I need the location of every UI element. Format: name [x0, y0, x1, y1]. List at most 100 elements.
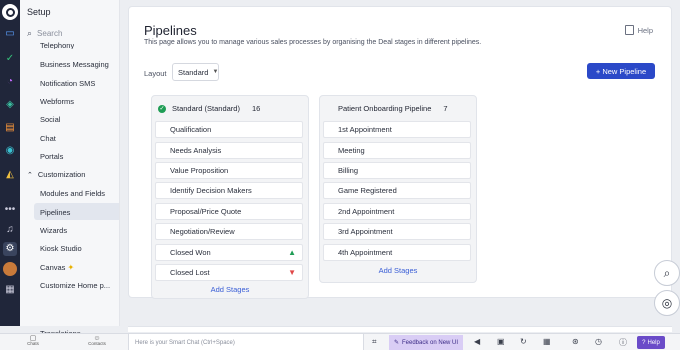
help-button[interactable]: ? Help — [637, 336, 665, 349]
stage-item[interactable]: 3rd Appointment — [323, 223, 471, 240]
info-icon[interactable]: ⓘ — [619, 337, 627, 348]
sidebar-item-portals[interactable]: Portals — [40, 152, 63, 161]
stage-item[interactable]: Value Proposition — [155, 162, 303, 179]
stage-label: Closed Won — [170, 248, 211, 257]
folder-icon[interactable]: ▭ — [3, 27, 17, 41]
search-icon: ⌕ — [27, 28, 33, 38]
sidebar-item-label: Canvas — [40, 263, 66, 272]
stage-item[interactable]: Identify Decision Makers — [155, 182, 303, 199]
chevron-up-icon: ⌃ — [27, 171, 33, 179]
megaphone-icon[interactable]: ◀ — [474, 337, 480, 346]
sidebar-item-wizards[interactable]: Wizards — [40, 226, 67, 235]
contacts-nav[interactable]: ☺ Contacts — [84, 335, 110, 347]
note-icon[interactable]: ▣ — [497, 337, 505, 346]
sidebar-header: Setup — [27, 7, 51, 17]
refresh-icon[interactable]: ↻ — [520, 337, 527, 346]
stage-item[interactable]: Game Registered — [323, 182, 471, 199]
help-doc-icon — [624, 25, 634, 35]
stage-count: 7 — [443, 104, 448, 113]
tag-icon[interactable]: ◈ — [3, 98, 17, 112]
checklist-icon[interactable]: ✓ — [3, 52, 17, 66]
app-rail: ▭ ✓ ◔ ◈ ▤ ◉ ◭ ••• ♫ ⚙ ▦ — [0, 0, 20, 326]
stage-item[interactable]: Qualification — [155, 121, 303, 138]
calendar-icon[interactable]: ▦ — [543, 337, 551, 346]
edit-icon: ✎ — [393, 340, 399, 346]
thumbs-down-icon: ▼ — [288, 268, 296, 277]
sidebar-item-social[interactable]: Social — [40, 115, 60, 124]
sidebar-item-chat[interactable]: Chat — [40, 134, 56, 143]
store-icon[interactable]: ▤ — [3, 121, 17, 135]
sidebar-item-business-messaging[interactable]: Business Messaging — [40, 60, 109, 69]
stage-item-closed-lost[interactable]: Closed Lost ▼ — [155, 264, 303, 281]
sidebar-item-webforms[interactable]: Webforms — [40, 97, 74, 106]
bell-icon[interactable]: ♫ — [3, 223, 17, 237]
sidebar-group-customization[interactable]: ⌃ Customization — [27, 170, 85, 179]
more-icon[interactable]: ••• — [3, 203, 17, 217]
help-label: Help — [637, 25, 653, 35]
stage-item[interactable]: Needs Analysis — [155, 142, 303, 159]
stage-item[interactable]: Meeting — [323, 142, 471, 159]
feedback-label: Feedback on New UI — [402, 339, 459, 346]
search-input[interactable]: Search — [37, 29, 62, 38]
help-link[interactable]: Help — [624, 25, 653, 35]
stage-item[interactable]: Proposal/Price Quote — [155, 203, 303, 220]
add-stages-link[interactable]: Add Stages — [320, 266, 476, 275]
add-stages-link[interactable]: Add Stages — [152, 285, 308, 294]
pipelines-page: Pipelines This page allows you to manage… — [128, 6, 672, 299]
stage-label: Closed Lost — [170, 268, 210, 277]
chats-label: Chats — [27, 341, 39, 346]
stage-item[interactable]: Billing — [323, 162, 471, 179]
chevron-down-icon: ▼ — [212, 69, 219, 75]
page-title: Pipelines — [144, 23, 197, 38]
sidebar-group-label: Customization — [37, 170, 86, 179]
question-icon: ? — [642, 339, 646, 346]
contacts-label: Contacts — [88, 341, 106, 346]
zia-icon[interactable]: ◭ — [3, 168, 17, 182]
zoom-search-icon[interactable]: ⌕ — [654, 260, 680, 286]
stage-item[interactable]: 2nd Appointment — [323, 203, 471, 220]
pipeline-header: Patient Onboarding Pipeline 7 — [338, 104, 448, 113]
avatar[interactable] — [3, 262, 17, 276]
stage-item-closed-won[interactable]: Closed Won ▲ — [155, 244, 303, 261]
sidebar-item-pipelines[interactable]: Pipelines — [40, 208, 70, 217]
pipeline-card-patient-onboarding[interactable]: Patient Onboarding Pipeline 7 1st Appoin… — [319, 95, 477, 283]
pipeline-name: Standard (Standard) — [172, 104, 240, 113]
smart-chat-input[interactable]: Here is your Smart Chat (Ctrl+Space) — [128, 334, 364, 350]
feedback-button[interactable]: ✎ Feedback on New UI — [389, 335, 463, 350]
layout-label: Layout — [144, 69, 167, 78]
analytics-icon[interactable]: ◔ — [3, 75, 17, 89]
bolt-icon[interactable]: ◉ — [3, 144, 17, 158]
sidebar-search[interactable]: ⌕ Search — [27, 28, 62, 39]
default-check-icon: ✓ — [158, 104, 166, 113]
chats-nav[interactable]: ▢ Chats — [20, 335, 46, 347]
pipeline-name: Patient Onboarding Pipeline — [338, 104, 432, 113]
stage-count: 16 — [251, 104, 261, 113]
content-bottom-strip — [128, 326, 672, 332]
apps-grid-icon[interactable]: ▦ — [3, 283, 17, 297]
sidebar-item-modules-and-fields[interactable]: Modules and Fields — [40, 189, 105, 198]
app-logo-icon[interactable] — [2, 4, 18, 20]
page-subtitle: This page allows you to manage various s… — [144, 39, 482, 46]
sidebar-item-canvas[interactable]: Canvas ✦ — [40, 263, 74, 272]
sidebar-item-notification-sms[interactable]: Notification SMS — [40, 79, 95, 88]
stage-item[interactable]: 1st Appointment — [323, 121, 471, 138]
assistant-icon[interactable]: ◎ — [654, 290, 680, 316]
help-button-label: Help — [647, 339, 660, 346]
layout-select[interactable]: Standard ▼ — [172, 63, 219, 81]
stage-item[interactable]: Negotiation/Review — [155, 223, 303, 240]
sparkle-icon: ✦ — [67, 263, 75, 272]
screenshot-icon[interactable]: ⌗ — [372, 337, 377, 347]
layout-select-value: Standard — [178, 67, 209, 77]
sidebar-item-customize-home[interactable]: Customize Home p... — [40, 281, 110, 290]
setup-sidebar: Setup ⌕ Search Telephony Business Messag… — [20, 0, 120, 326]
pipeline-card-standard[interactable]: ✓ Standard (Standard) 16 Qualification N… — [151, 95, 309, 299]
sidebar-item-kiosk-studio[interactable]: Kiosk Studio — [40, 244, 82, 253]
sidebar-item-telephony[interactable]: Telephony — [40, 41, 74, 49]
new-pipeline-button[interactable]: + New Pipeline — [587, 63, 655, 79]
history-icon[interactable]: ◷ — [595, 337, 602, 346]
bottom-bar: ▢ Chats ☺ Contacts Here is your Smart Ch… — [0, 333, 680, 350]
thumbs-up-icon: ▲ — [288, 248, 296, 257]
broadcast-icon[interactable]: ⊛ — [572, 337, 579, 346]
stage-item[interactable]: 4th Appointment — [323, 244, 471, 261]
settings-icon[interactable]: ⚙ — [3, 242, 17, 256]
